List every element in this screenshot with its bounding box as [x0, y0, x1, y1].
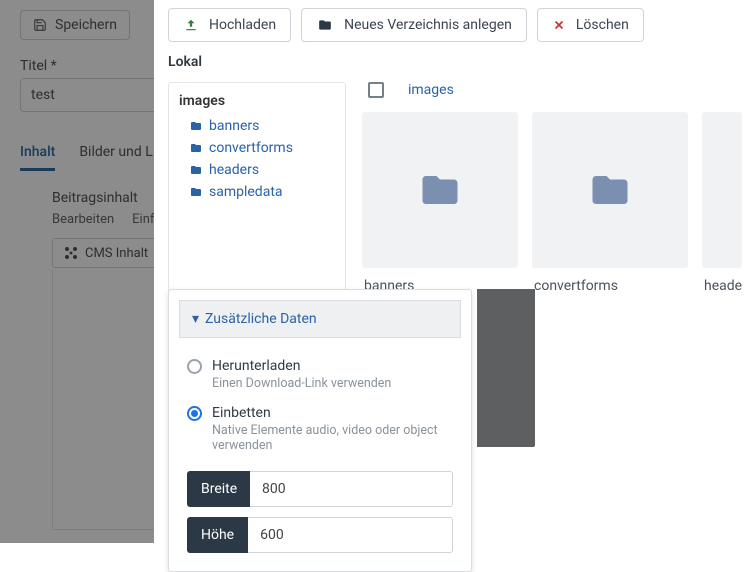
- additional-data-popover: ▾ Zusätzliche Daten Herunterladen Einen …: [168, 289, 472, 572]
- folder-card-headers[interactable]: headers: [702, 112, 742, 298]
- new-dir-label: Neues Verzeichnis anlegen: [344, 17, 512, 33]
- breadcrumb[interactable]: images: [408, 82, 454, 98]
- height-input[interactable]: [248, 517, 453, 553]
- folder-card-banners[interactable]: banners: [362, 112, 518, 298]
- upload-button[interactable]: Hochladen: [168, 8, 291, 42]
- folder-card-convertforms[interactable]: convertforms: [532, 112, 688, 298]
- width-input[interactable]: [250, 471, 453, 507]
- folder-icon: [189, 142, 203, 154]
- upload-icon: [183, 18, 199, 32]
- tree-item-headers[interactable]: headers: [179, 159, 335, 181]
- tree-item-convertforms[interactable]: convertforms: [179, 137, 335, 159]
- folder-tree: images banners convertforms headers samp…: [168, 82, 346, 298]
- radio-download-desc: Einen Download-Link verwenden: [187, 376, 453, 399]
- delete-label: Löschen: [576, 17, 629, 33]
- width-label: Breite: [187, 471, 250, 507]
- folder-icon: [189, 164, 203, 176]
- height-label: Höhe: [187, 517, 248, 553]
- partial-thumbnail: [477, 289, 535, 447]
- new-dir-button[interactable]: Neues Verzeichnis anlegen: [301, 8, 527, 42]
- delete-button[interactable]: Löschen: [537, 8, 644, 42]
- content-area: images banners convertforms he: [362, 82, 742, 298]
- caret-down-icon: ▾: [192, 311, 199, 327]
- radio-icon: [187, 359, 202, 374]
- local-label: Lokal: [154, 50, 756, 82]
- upload-label: Hochladen: [209, 17, 276, 33]
- folder-grid: banners convertforms headers: [362, 112, 742, 298]
- tree-root[interactable]: images: [179, 93, 335, 109]
- media-toolbar: Hochladen Neues Verzeichnis anlegen Lösc…: [154, 0, 756, 50]
- folder-icon: [189, 186, 203, 198]
- radio-download[interactable]: Herunterladen: [187, 352, 453, 376]
- radio-embed-desc: Native Elemente audio, video oder object…: [187, 423, 453, 461]
- folder-icon: [189, 120, 203, 132]
- folder-large-icon: [414, 169, 466, 211]
- tree-item-sampledata[interactable]: sampledata: [179, 181, 335, 203]
- tree-item-banners[interactable]: banners: [179, 115, 335, 137]
- radio-embed[interactable]: Einbetten: [187, 399, 453, 423]
- radio-icon: [187, 406, 202, 421]
- popover-header[interactable]: ▾ Zusätzliche Daten: [179, 300, 461, 338]
- delete-icon: [552, 18, 566, 32]
- select-all-checkbox[interactable]: [368, 82, 384, 98]
- folder-icon: [316, 18, 334, 32]
- folder-large-icon: [584, 169, 636, 211]
